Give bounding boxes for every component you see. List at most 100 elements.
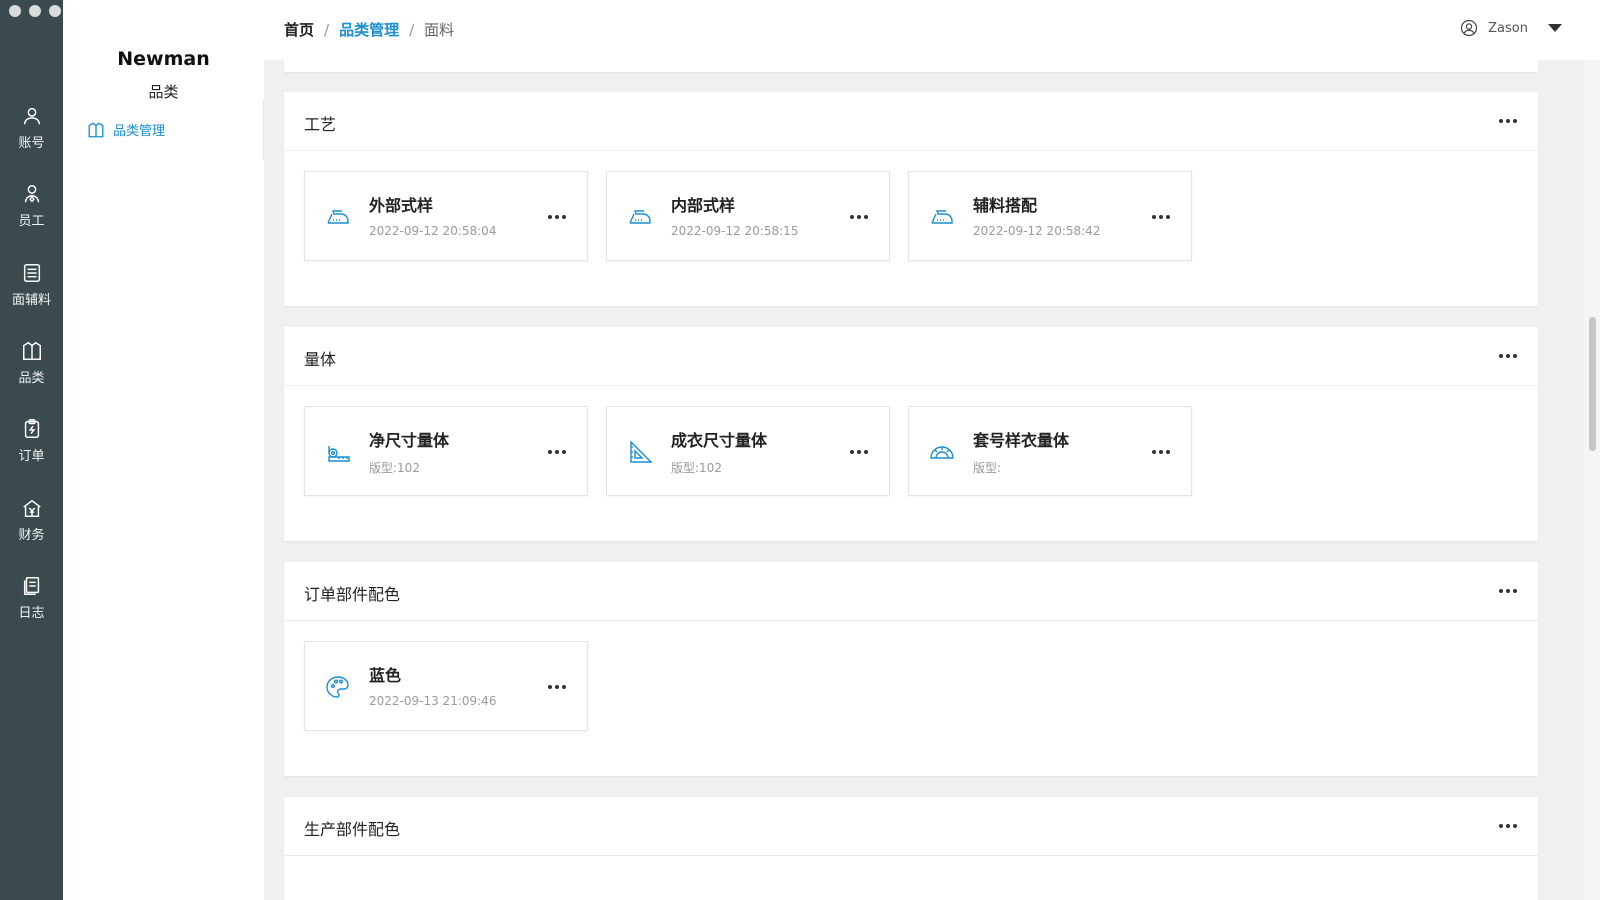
section-more-button[interactable] [1498,819,1518,833]
protractor-icon [930,446,954,459]
card-pattern-info: 版型: [973,461,1002,475]
breadcrumb-category-management[interactable]: 品类管理 [339,19,399,40]
order-icon [24,419,39,438]
iron-icon [327,210,349,224]
main-nav-rail: 账号 员工 面辅料 品类 订单 财务 日志 [0,0,63,900]
card-title: 净尺寸量体 [369,431,450,450]
card-more-button[interactable] [547,445,567,459]
card-more-button[interactable] [849,210,869,224]
previous-panel-edge [284,60,1538,72]
log-icon [23,577,39,595]
section-title: 工艺 [304,115,337,134]
window-maximize-button[interactable] [49,5,61,17]
card-list: 蓝色 2022-09-13 21:09:46 [304,641,588,731]
secondary-sidebar: Newman 品类 品类管理 [63,0,264,900]
card-more-button[interactable] [1151,445,1171,459]
rail-item-fabric[interactable]: 面辅料 [0,254,63,316]
rail-label-log: 日志 [18,606,45,621]
user-icon [23,107,40,125]
rail-label-employee: 员工 [18,214,45,229]
rail-item-account[interactable]: 账号 [0,97,63,159]
category-card[interactable]: 蓝色 2022-09-13 21:09:46 [304,641,588,731]
card-more-button[interactable] [547,210,567,224]
card-more-button[interactable] [1151,210,1171,224]
card-timestamp: 2022-09-12 20:58:15 [671,224,799,238]
category-card[interactable]: 内部式样 2022-09-12 20:58:15 [606,171,890,261]
sidebar-subtitle: 品类 [148,83,179,101]
category-card[interactable]: 净尺寸量体 版型:102 [304,406,588,496]
iron-icon [629,210,651,224]
user-menu[interactable]: Zason [1460,19,1562,37]
rail-item-employee[interactable]: 员工 [0,175,63,237]
section-title: 量体 [304,350,337,369]
shirt-icon [22,341,41,360]
rail-item-category[interactable]: 品类 [0,332,63,394]
section-more-button[interactable] [1498,584,1518,598]
section-header: 订单部件配色 [284,562,1538,621]
category-card[interactable]: 辅料搭配 2022-09-12 20:58:42 [908,171,1192,261]
breadcrumb-current: 面料 [424,21,455,39]
rail-label-category: 品类 [18,371,45,386]
section-panel-measure: 量体 净尺寸量体 版型:102 成衣尺寸量体 版型:102 套号样衣量体 版型: [284,327,1538,541]
finance-icon [22,499,41,517]
window-minimize-button[interactable] [29,5,41,17]
window-controls [9,5,61,17]
card-title: 内部式样 [671,196,736,215]
breadcrumb-home[interactable]: 首页 [284,19,314,40]
rail-label-finance: 财务 [18,528,45,543]
sidebar-item-category-management[interactable]: 品类管理 [87,120,165,139]
user-name: Zason [1488,20,1528,36]
card-timestamp: 2022-09-12 20:58:04 [369,224,497,238]
rail-label-account: 账号 [18,136,45,151]
category-card[interactable]: 外部式样 2022-09-12 20:58:04 [304,171,588,261]
top-header: 首页 / 品类管理 / 面料 Zason [264,0,1600,60]
chevron-down-icon [1548,24,1562,32]
brand-title: Newman [117,48,210,70]
card-list: 净尺寸量体 版型:102 成衣尺寸量体 版型:102 套号样衣量体 版型: [304,406,1192,496]
card-timestamp: 2022-09-13 21:09:46 [369,694,497,708]
shirt-icon [88,121,104,137]
card-pattern-info: 版型:102 [369,461,420,475]
fabric-icon [23,264,40,282]
iron-icon [931,210,953,224]
palette-icon [326,676,349,698]
card-timestamp: 2022-09-12 20:58:42 [973,224,1101,238]
sidebar-item-label: 品类管理 [113,124,166,139]
rail-item-log[interactable]: 日志 [0,567,63,629]
card-title: 蓝色 [369,666,402,685]
section-panel-production-colors: 生产部件配色 [284,797,1538,900]
rail-item-order[interactable]: 订单 [0,410,63,472]
breadcrumb-separator: / [409,20,415,39]
card-more-button[interactable] [849,445,869,459]
window-close-button[interactable] [9,5,21,17]
rail-item-finance[interactable]: 财务 [0,489,63,551]
breadcrumb: 首页 / 品类管理 / 面料 [284,19,454,40]
measure-tape-icon [328,446,350,462]
category-card[interactable]: 套号样衣量体 版型: [908,406,1192,496]
section-header: 生产部件配色 [284,797,1538,856]
card-title: 辅料搭配 [973,196,1038,215]
category-card[interactable]: 成衣尺寸量体 版型:102 [606,406,890,496]
card-list: 外部式样 2022-09-12 20:58:04 内部式样 2022-09-12… [304,171,1192,261]
section-more-button[interactable] [1498,349,1518,363]
employee-icon [24,185,39,203]
section-header: 量体 [284,327,1538,386]
rail-label-fabric: 面辅料 [11,293,51,308]
main-content: 工艺 外部式样 2022-09-12 20:58:04 内部式样 2022-09… [264,60,1584,900]
breadcrumb-separator: / [324,20,330,39]
card-title: 成衣尺寸量体 [671,431,768,450]
section-title: 生产部件配色 [304,820,401,839]
user-avatar-icon [1461,19,1478,37]
section-more-button[interactable] [1498,114,1518,128]
vertical-scrollbar[interactable] [1584,60,1600,900]
section-panel-craft: 工艺 外部式样 2022-09-12 20:58:04 内部式样 2022-09… [284,92,1538,306]
scrollbar-thumb[interactable] [1589,317,1596,451]
triangle-ruler-icon [630,440,653,463]
section-panel-order-colors: 订单部件配色 蓝色 2022-09-13 21:09:46 [284,562,1538,776]
card-more-button[interactable] [547,680,567,694]
rail-label-order: 订单 [18,449,45,464]
section-header: 工艺 [284,92,1538,151]
card-pattern-info: 版型:102 [671,461,722,475]
card-title: 套号样衣量体 [973,431,1070,450]
card-title: 外部式样 [369,196,434,215]
